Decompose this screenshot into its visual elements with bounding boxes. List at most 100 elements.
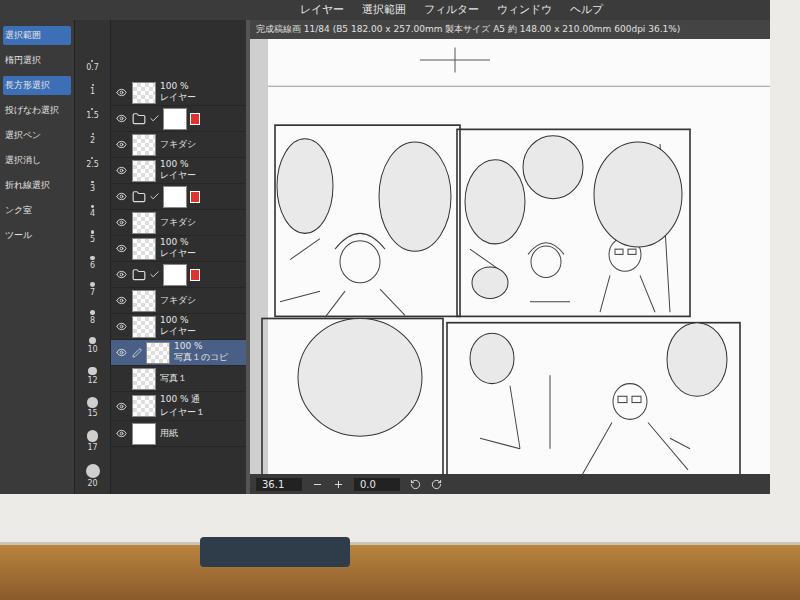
visibility-toggle[interactable]	[114, 321, 128, 332]
layer-panel: 100 %レイヤーフキダシ100 %レイヤーフキダシ100 %レイヤーフキダシ1…	[111, 20, 250, 494]
layer-row[interactable]: 100 %レイヤー	[111, 236, 246, 262]
panel-frames	[262, 125, 740, 474]
sub-tool-panel: 選択範囲楕円選択長方形選択投げなわ選択選択ペン選択消し折れ線選択ンク室ツール	[0, 20, 75, 494]
layer-row[interactable]	[111, 106, 246, 132]
layer-name: 写真１	[160, 372, 187, 385]
layer-name: レイヤー	[160, 325, 196, 338]
tool-item[interactable]: ツール	[3, 226, 71, 245]
manga-page[interactable]	[250, 39, 770, 474]
speech-balloon[interactable]	[298, 318, 422, 436]
tool-item[interactable]: 選択消し	[3, 151, 71, 170]
menu-item[interactable]: ヘルプ	[570, 2, 603, 18]
brush-size[interactable]: 1	[90, 84, 95, 96]
menu-item[interactable]: 選択範囲	[362, 2, 406, 18]
brush-size[interactable]: 12	[87, 367, 97, 385]
brush-size[interactable]: 20	[86, 464, 100, 488]
size-dot-icon	[90, 256, 94, 260]
menu-item[interactable]: フィルター	[424, 2, 479, 18]
visibility-toggle[interactable]	[114, 217, 128, 228]
layer-row[interactable]: 写真１	[111, 366, 246, 392]
menu-item[interactable]: ウィンドウ	[497, 2, 552, 18]
size-dot-icon	[91, 60, 93, 62]
layer-row[interactable]: 100 %レイヤー	[111, 314, 246, 340]
tool-item[interactable]: 折れ線選択	[3, 176, 71, 195]
size-dot-icon	[91, 230, 95, 234]
brush-size[interactable]: 0.7	[86, 60, 99, 72]
stand-clip	[200, 537, 350, 567]
layer-row[interactable]: 100 % 通レイヤー１	[111, 392, 246, 421]
tool-item[interactable]: 投げなわ選択	[3, 101, 71, 120]
layer-row[interactable]: 100 %レイヤー	[111, 80, 246, 106]
speech-balloon[interactable]	[594, 142, 682, 247]
visibility-toggle[interactable]	[114, 269, 128, 280]
layer-row[interactable]: フキダシ	[111, 288, 246, 314]
layer-row[interactable]: フキダシ	[111, 210, 246, 236]
zoom-out-icon[interactable]	[312, 479, 323, 490]
eye-icon	[116, 428, 127, 439]
angle-field[interactable]: 0.0	[354, 478, 400, 491]
speech-balloon[interactable]	[379, 142, 451, 251]
speech-balloon[interactable]	[667, 323, 727, 397]
eye-icon	[116, 321, 127, 332]
brush-size[interactable]: 17	[87, 430, 99, 452]
brush-size[interactable]: 8	[90, 310, 96, 326]
layer-row[interactable]: 100 %レイヤー	[111, 158, 246, 184]
brush-size[interactable]: 5	[90, 230, 95, 244]
size-dot-icon	[89, 337, 96, 344]
visibility-toggle[interactable]	[114, 139, 128, 150]
visibility-toggle[interactable]	[114, 401, 128, 412]
brush-size[interactable]: 7	[90, 282, 95, 297]
tool-item[interactable]: 選択範囲	[3, 26, 71, 45]
layer-row[interactable]	[111, 184, 246, 210]
visibility-toggle[interactable]	[114, 113, 128, 124]
tool-item[interactable]: 楕円選択	[3, 51, 71, 70]
visibility-toggle[interactable]	[114, 295, 128, 306]
brush-size[interactable]: 1.5	[86, 108, 99, 120]
document-tab[interactable]: 完成稿線画 11/84 (B5 182.00 x 257.00mm 製本サイズ …	[250, 20, 770, 39]
speech-balloon[interactable]	[470, 333, 514, 383]
layer-row[interactable]	[111, 262, 246, 288]
rotate-right-icon[interactable]	[431, 479, 442, 490]
layer-thumbnail	[146, 342, 170, 364]
canvas-area: 完成稿線画 11/84 (B5 182.00 x 257.00mm 製本サイズ …	[250, 20, 770, 494]
brush-size[interactable]: 2	[90, 133, 95, 145]
visibility-toggle[interactable]	[114, 191, 128, 202]
brush-size[interactable]: 3	[90, 181, 95, 193]
visibility-toggle[interactable]	[114, 428, 128, 439]
rotate-left-icon[interactable]	[410, 479, 421, 490]
size-dot-icon	[90, 282, 95, 287]
speech-balloon[interactable]	[277, 139, 333, 234]
speech-balloon[interactable]	[465, 160, 525, 244]
tool-item[interactable]: 選択ペン	[3, 126, 71, 145]
size-dot-icon	[92, 84, 94, 86]
layer-name: レイヤー１	[160, 406, 205, 419]
brush-size[interactable]: 10	[87, 337, 97, 354]
visibility-toggle[interactable]	[114, 87, 128, 98]
menu-item[interactable]: レイヤー	[300, 2, 344, 18]
layer-name: レイヤー	[160, 91, 196, 104]
size-dot-icon	[87, 430, 99, 442]
brush-size[interactable]: 2.5	[86, 157, 99, 169]
brush-size[interactable]: 15	[87, 397, 98, 418]
speech-balloon[interactable]	[472, 267, 508, 299]
brush-size[interactable]: 4	[90, 205, 95, 218]
visibility-toggle[interactable]	[114, 243, 128, 254]
check-icon	[149, 191, 160, 202]
eye-icon	[116, 347, 127, 358]
tool-item[interactable]: 長方形選択	[3, 76, 71, 95]
visibility-toggle[interactable]	[114, 347, 128, 358]
zoom-in-icon[interactable]	[333, 479, 344, 490]
brush-size[interactable]: 6	[90, 256, 95, 270]
layer-row[interactable]: 100 %写真１のコピ	[111, 340, 246, 366]
speech-balloon[interactable]	[523, 136, 583, 199]
layer-name: フキダシ	[160, 294, 196, 307]
layer-row[interactable]: フキダシ	[111, 132, 246, 158]
zoom-field[interactable]: 36.1	[256, 478, 302, 491]
eye-icon	[116, 165, 127, 176]
visibility-toggle[interactable]	[114, 165, 128, 176]
folder-icon	[132, 112, 146, 126]
tool-item[interactable]: ンク室	[3, 201, 71, 220]
layer-row[interactable]: 用紙	[111, 421, 246, 447]
check-icon	[149, 113, 160, 124]
mask-icon	[190, 113, 200, 125]
